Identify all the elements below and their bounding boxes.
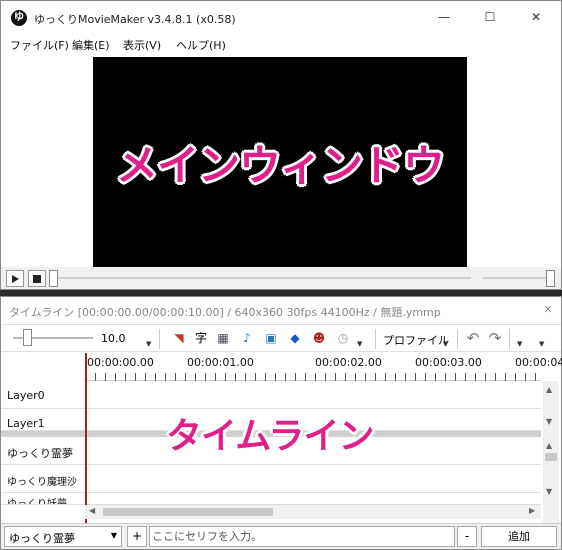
layer-name: ゆっくり魔理沙	[7, 477, 77, 488]
toolbar-separator	[457, 329, 458, 349]
movie-icon[interactable]: ▦	[215, 330, 231, 346]
layer-name: Layer0	[7, 389, 45, 402]
ruler-ticks	[85, 373, 541, 381]
main-titlebar[interactable]: ゆ ゆっくりMovieMaker v3.4.8.1 (x0.58) — ☐ ✕	[1, 1, 561, 34]
scroll-down-icon[interactable]: ▼	[546, 487, 552, 496]
undo-icon[interactable]: ↶	[465, 330, 481, 346]
menu-edit[interactable]: 編集(E)	[72, 37, 110, 53]
time-ruler[interactable]: 00:00:00.00 00:00:01.00 00:00:02.00 00:0…	[85, 353, 562, 381]
add-button[interactable]: 追加	[481, 526, 557, 547]
menu-file[interactable]: ファイル(F)	[10, 37, 69, 53]
character-select-value: ゆっくり霊夢	[9, 532, 75, 545]
volume-track[interactable]	[483, 277, 551, 279]
more-dropdown-icon[interactable]: ▼	[517, 340, 522, 348]
layer-name: ゆっくり霊夢	[7, 447, 73, 460]
scroll-up-icon[interactable]: ▲	[546, 385, 552, 394]
ruler-label: 00:00:01.00	[187, 356, 254, 369]
play-button[interactable]	[6, 270, 24, 287]
serif-input[interactable]: ここにセリフを入力。	[149, 526, 455, 547]
main-window: ゆ ゆっくりMovieMaker v3.4.8.1 (x0.58) — ☐ ✕ …	[0, 0, 562, 290]
seek-track[interactable]	[51, 277, 471, 279]
timeline-titlebar[interactable]: タイムライン [00:00:00.00/00:00:10.00] / 640x3…	[1, 297, 561, 324]
toolbar-separator	[509, 329, 510, 349]
image-icon[interactable]: ▣	[263, 330, 279, 346]
overflow-dropdown-icon[interactable]: ▼	[539, 340, 544, 348]
preview-canvas: メインウィンドウ	[93, 57, 467, 267]
volume-thumb[interactable]	[546, 270, 555, 287]
app-icon: ゆ	[11, 10, 27, 26]
clock-icon[interactable]: ◷	[335, 330, 351, 346]
minimize-button[interactable]: —	[421, 1, 467, 34]
timeline-title: タイムライン [00:00:00.00/00:00:10.00] / 640x3…	[9, 306, 441, 319]
vertical-scrollbar[interactable]: ▲ ▼ ▲ ▼	[543, 381, 559, 529]
seek-thumb[interactable]	[49, 270, 58, 287]
ruler-label: 00:00:03.00	[415, 356, 482, 369]
profile-dropdown-icon[interactable]: ▼	[443, 340, 448, 348]
layer-row[interactable]: ゆっくり魔理沙	[1, 465, 541, 493]
ruler-label: 00:00:04.0	[515, 356, 562, 369]
play-icon	[12, 275, 19, 283]
ruler-label: 00:00:00.00	[87, 356, 154, 369]
serif-input-bar: ゆっくり霊夢 ▼ + ここにセリフを入力。 - 追加	[1, 523, 561, 549]
menu-view[interactable]: 表示(V)	[123, 37, 161, 53]
layer-name: ゆっくり妖夢	[7, 499, 67, 505]
text-icon[interactable]: 字	[193, 330, 209, 346]
ruler-label: 00:00:02.00	[315, 356, 382, 369]
toolbar-separator	[375, 329, 376, 349]
redo-icon[interactable]: ↷	[487, 330, 503, 346]
scroll-down-icon[interactable]: ▼	[546, 417, 552, 426]
stop-button[interactable]	[28, 270, 46, 287]
scroll-thumb[interactable]	[545, 453, 557, 461]
playback-bar	[1, 267, 561, 289]
zoom-dropdown-icon[interactable]: ▼	[146, 340, 151, 348]
zoom-slider-thumb[interactable]	[23, 329, 32, 346]
menu-bar: ファイル(F) 編集(E) 表示(V) ヘルプ(H)	[1, 34, 561, 54]
horizontal-scrollbar[interactable]: ◀ ▶	[85, 505, 541, 519]
scroll-up-icon[interactable]: ▲	[546, 441, 552, 450]
close-button[interactable]: ✕	[513, 1, 559, 34]
toolbar-separator	[159, 329, 160, 349]
shape-icon[interactable]: ◆	[287, 330, 303, 346]
menu-help[interactable]: ヘルプ(H)	[176, 37, 226, 53]
maximize-button[interactable]: ☐	[467, 1, 513, 34]
layer-name: Layer1	[7, 417, 45, 430]
remove-button[interactable]: -	[457, 526, 477, 547]
layer-row[interactable]: Layer0	[1, 381, 541, 409]
scroll-right-icon[interactable]: ▶	[529, 506, 535, 515]
window-title: ゆっくりMovieMaker v3.4.8.1 (x0.58)	[34, 13, 236, 26]
mouth-icon[interactable]: ◥	[171, 330, 187, 346]
zoom-value: 10.0	[101, 332, 126, 345]
timeline-close-button[interactable]: ✕	[541, 303, 555, 317]
insert-dropdown-icon[interactable]: ▼	[357, 340, 362, 348]
character-icon[interactable]: ☻	[311, 330, 327, 346]
stop-icon	[33, 275, 41, 283]
timeline-window: タイムライン [00:00:00.00/00:00:10.00] / 640x3…	[0, 296, 562, 550]
chevron-down-icon: ▼	[110, 531, 117, 540]
character-select[interactable]: ゆっくり霊夢 ▼	[4, 526, 122, 547]
timeline-toolbar: 10.0 ▼ ◥ 字 ▦ ♪ ▣ ◆ ☻ ◷ ▼ プロファイル ▼ ↶ ↷ ▼ …	[1, 324, 561, 352]
layer-row[interactable]: ゆっくり妖夢	[1, 493, 541, 505]
music-icon[interactable]: ♪	[239, 330, 255, 346]
profile-button[interactable]: プロファイル	[383, 332, 449, 348]
main-window-label: メインウィンドウ	[115, 140, 445, 190]
add-character-button[interactable]: +	[127, 526, 147, 547]
timeline-label: タイムライン	[166, 416, 374, 457]
scroll-thumb[interactable]	[103, 508, 273, 516]
scroll-left-icon[interactable]: ◀	[89, 506, 95, 515]
